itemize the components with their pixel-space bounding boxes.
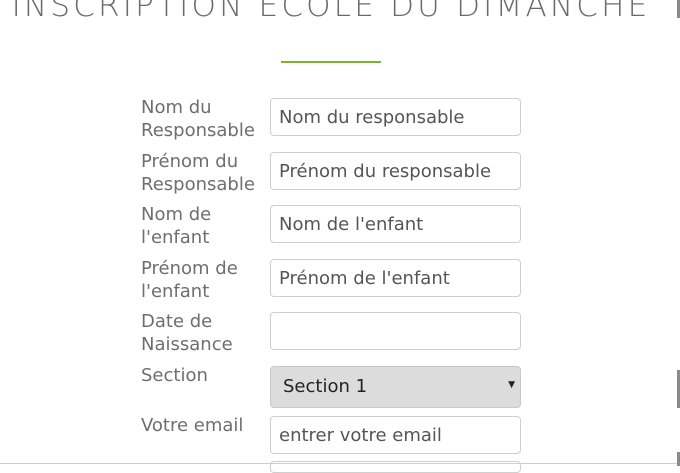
email-label: Votre email: [141, 415, 244, 436]
date-naissance-label: Date de Naissance: [141, 311, 233, 355]
email-input[interactable]: [270, 416, 521, 454]
bottom-border: [0, 463, 680, 464]
enfant-prenom-label: Prénom de l'enfant: [141, 258, 238, 302]
section-label: Section: [141, 365, 208, 386]
responsable-nom-label: Nom du Responsable: [141, 97, 255, 141]
responsable-nom-input[interactable]: [270, 98, 521, 136]
dropdown-triangle-icon: ▼: [508, 380, 515, 390]
responsable-prenom-input[interactable]: [270, 152, 521, 190]
section-select[interactable]: Section 1 ▼: [270, 366, 521, 408]
page-title: INSCRIPTION ÉCOLE DU DIMANCHE: [11, 0, 651, 24]
date-naissance-input[interactable]: [270, 312, 521, 350]
enfant-nom-input[interactable]: [270, 205, 521, 243]
enfant-nom-label: Nom de l'enfant: [141, 204, 212, 248]
responsable-prenom-label: Prénom du Responsable: [141, 151, 255, 195]
section-selected-value: Section 1: [283, 376, 368, 397]
enfant-prenom-input[interactable]: [270, 259, 521, 297]
title-divider: [281, 61, 381, 63]
